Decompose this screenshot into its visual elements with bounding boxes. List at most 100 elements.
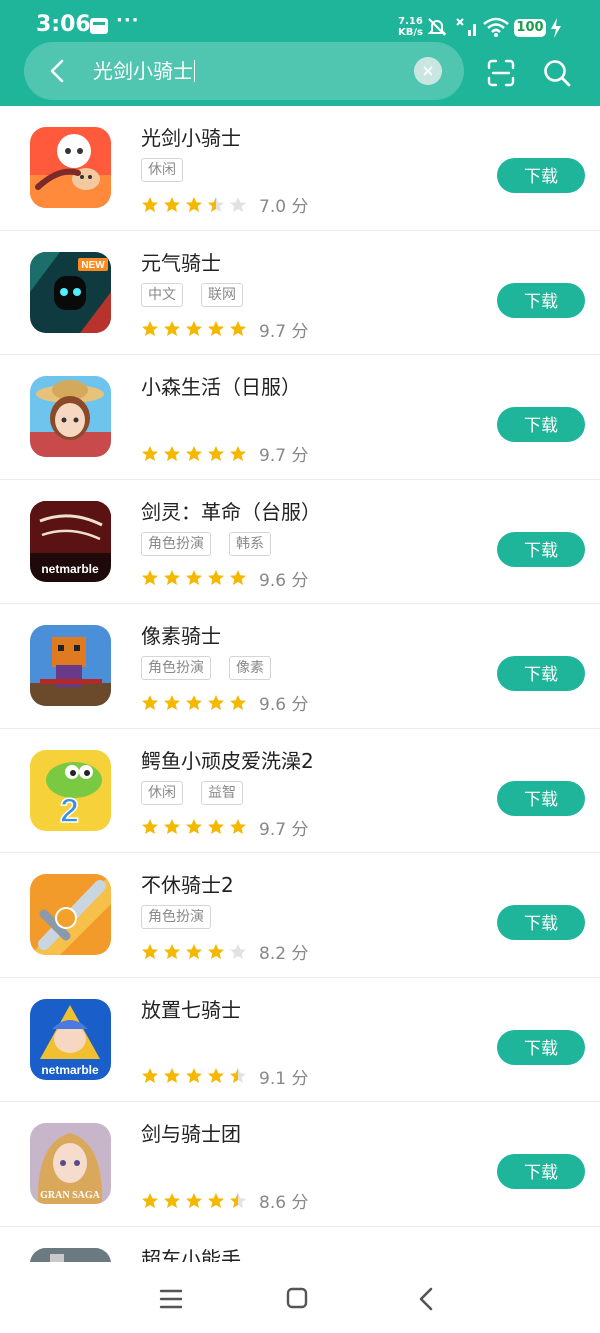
app-name[interactable]: 元气骑士 xyxy=(141,247,221,276)
download-button[interactable]: 下载 xyxy=(497,656,585,691)
app-tags: 中文 联网 xyxy=(141,282,243,307)
scan-icon[interactable] xyxy=(486,58,516,88)
app-rating: 9.7 分 xyxy=(141,317,308,342)
star-icon xyxy=(208,321,224,336)
star-icon xyxy=(208,445,224,461)
star-icon xyxy=(164,196,180,212)
download-button[interactable]: 下载 xyxy=(497,407,585,442)
star-icon xyxy=(230,819,246,834)
app-name[interactable]: 光剑小骑士 xyxy=(141,122,241,151)
more-notifications-icon: ··· xyxy=(116,10,140,31)
app-name[interactable]: 鳄鱼小顽皮爱洗澡2 xyxy=(141,745,314,774)
app-name[interactable]: 放置七骑士 xyxy=(141,994,241,1023)
app-list-item[interactable]: netmarble 剑灵：革命（台服） 角色扮演 韩系 9.6 分 下载 xyxy=(0,480,600,604)
app-icon-soul-knight[interactable]: NEW xyxy=(30,251,111,333)
app-list-item[interactable]: GRAN SAGA 剑与骑士团 8.6 分 下载 xyxy=(0,1102,600,1227)
back-arrow-icon[interactable] xyxy=(44,57,72,85)
app-tag: 中文 xyxy=(141,282,183,307)
download-button[interactable]: 下载 xyxy=(497,1154,585,1189)
battery-level: 100 xyxy=(514,19,546,37)
app-badge: NEW xyxy=(81,260,105,271)
star-icon xyxy=(164,694,180,710)
star-icon xyxy=(208,1068,224,1083)
star-icon xyxy=(164,445,180,461)
download-button[interactable]: 下载 xyxy=(497,780,585,816)
network-speed-value: 7.16 xyxy=(398,16,423,27)
download-button[interactable]: 下载 xyxy=(497,1029,585,1065)
star-icon xyxy=(230,1192,246,1208)
app-icon-seven-knights-idle[interactable]: netmarble xyxy=(30,998,111,1080)
app-score: 9.7 分 xyxy=(259,819,309,840)
status-bar: 3:06 ··· 7.16 KB/s 100 xyxy=(0,0,600,42)
star-icon xyxy=(164,1192,180,1208)
status-time: 3:06 xyxy=(36,12,91,37)
app-icon-blade-soul-revolution[interactable]: netmarble xyxy=(30,500,111,582)
search-input[interactable]: 光剑小骑士 xyxy=(93,57,195,85)
gran-saga-logo-text: GRAN SAGA xyxy=(40,1190,101,1201)
star-icon xyxy=(208,943,224,959)
app-rating: 8.6 分 xyxy=(141,1188,308,1213)
app-name[interactable]: 不休骑士2 xyxy=(141,869,234,898)
app-icon-gran-saga[interactable]: GRAN SAGA xyxy=(30,1123,111,1204)
star-icon xyxy=(208,570,224,585)
download-button[interactable]: 下载 xyxy=(497,158,585,193)
download-button[interactable]: 下载 xyxy=(497,282,585,318)
star-rating xyxy=(141,1067,247,1085)
app-icon-pixel-knight[interactable] xyxy=(30,625,111,706)
app-tags: 休闲 益智 xyxy=(141,780,243,805)
app-icon-overtake[interactable] xyxy=(30,1247,111,1262)
app-tags: 角色扮演 像素 xyxy=(141,656,271,680)
star-rating xyxy=(141,196,247,214)
search-icon[interactable] xyxy=(542,58,572,88)
app-list-item[interactable]: netmarble 放置七骑士 9.1 分 下载 xyxy=(0,978,600,1102)
star-icon xyxy=(186,445,202,461)
star-icon xyxy=(164,943,180,959)
download-button[interactable]: 下载 xyxy=(497,905,585,940)
star-icon xyxy=(230,196,246,212)
download-button[interactable]: 下载 xyxy=(497,531,585,567)
app-name[interactable]: 像素骑士 xyxy=(141,620,221,649)
app-list-item[interactable]: NEW 元气骑士 中文 联网 9.7 分 下载 xyxy=(0,231,600,355)
app-list-item[interactable]: 像素骑士 角色扮演 像素 9.6 分 下载 xyxy=(0,604,600,729)
home-icon[interactable] xyxy=(286,1287,308,1309)
app-list-item[interactable]: 不休骑士2 角色扮演 8.2 分 下载 xyxy=(0,853,600,978)
app-tag: 角色扮演 xyxy=(141,905,211,929)
search-results-list: 光剑小骑士 休闲 7.0 分 下载 NEW 元气骑士 中文 联网 9.7 分 下… xyxy=(0,106,600,1262)
star-icon xyxy=(142,1192,158,1208)
app-list-item[interactable]: 超车小能手 xyxy=(0,1227,600,1263)
app-list-item[interactable]: 2 鳄鱼小顽皮爱洗澡2 休闲 益智 9.7 分 下载 xyxy=(0,729,600,853)
notification-icon xyxy=(90,18,108,34)
back-icon[interactable] xyxy=(417,1286,435,1312)
app-tag: 益智 xyxy=(201,780,243,805)
app-name[interactable]: 小森生活（日服） xyxy=(141,371,301,400)
star-icon xyxy=(142,570,158,585)
app-name[interactable]: 剑灵：革命（台服） xyxy=(141,496,321,525)
app-list-item[interactable]: 光剑小骑士 休闲 7.0 分 下载 xyxy=(0,106,600,231)
app-icon-tap-knight-2[interactable] xyxy=(30,874,111,955)
app-score: 9.7 分 xyxy=(259,446,309,466)
clear-search-icon[interactable] xyxy=(414,57,442,85)
app-icon-wheres-my-water-2[interactable]: 2 xyxy=(30,749,111,831)
star-icon xyxy=(164,819,180,834)
star-icon xyxy=(208,819,224,834)
star-rating xyxy=(141,569,247,587)
app-tag: 角色扮演 xyxy=(141,656,211,680)
top-header: 3:06 ··· 7.16 KB/s 100 光剑小骑士 xyxy=(0,0,600,106)
star-rating xyxy=(141,943,247,961)
star-icon xyxy=(230,1068,246,1083)
app-list-item[interactable]: 小森生活（日服） 9.7 分 下载 xyxy=(0,355,600,480)
star-icon xyxy=(142,1068,158,1083)
app-tag: 联网 xyxy=(201,282,243,307)
app-tags: 休闲 xyxy=(141,158,183,182)
app-name[interactable]: 剑与骑士团 xyxy=(141,1118,241,1147)
recent-apps-icon[interactable] xyxy=(159,1288,183,1310)
star-icon xyxy=(142,943,158,959)
wifi-icon xyxy=(483,17,509,37)
app-name[interactable]: 超车小能手 xyxy=(141,1243,241,1263)
no-sim-icon xyxy=(456,18,476,36)
app-rating: 9.6 分 xyxy=(141,690,308,715)
app-icon-forest-life[interactable] xyxy=(30,376,111,457)
app-icon-lightsaber-knight[interactable] xyxy=(30,127,111,208)
app-tag: 韩系 xyxy=(229,531,271,556)
star-icon xyxy=(208,694,224,710)
